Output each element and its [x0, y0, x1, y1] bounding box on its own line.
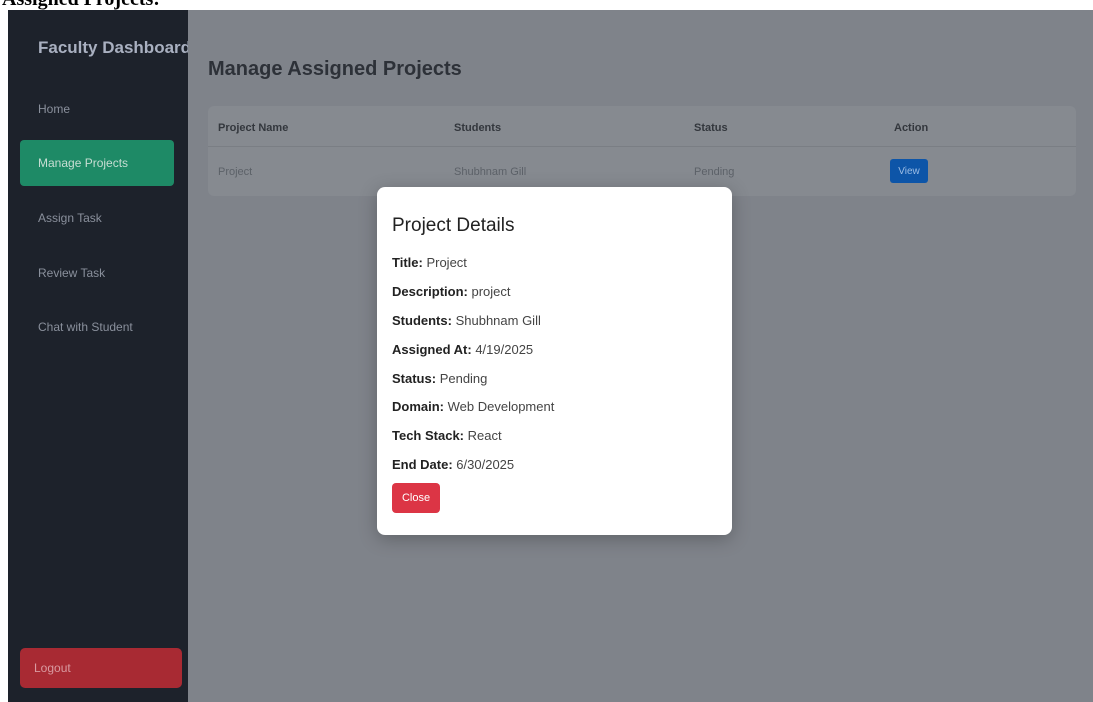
- detail-value: Shubhnam Gill: [455, 313, 541, 328]
- detail-label: Students:: [392, 313, 452, 328]
- detail-students: Students: Shubhnam Gill: [392, 313, 541, 328]
- detail-value: Project: [426, 255, 467, 270]
- cell-students: Shubhnam Gill: [454, 166, 527, 178]
- detail-value: 4/19/2025: [475, 342, 534, 357]
- sidebar-item-assign-task[interactable]: Assign Task: [20, 195, 174, 241]
- sidebar: Faculty Dashboard Home Manage Projects A…: [8, 10, 192, 702]
- detail-value: project: [471, 284, 511, 299]
- logout-button[interactable]: Logout: [20, 648, 182, 688]
- detail-assigned-at: Assigned At: 4/19/2025: [392, 342, 533, 357]
- caption-text: Assigned Projects:: [2, 0, 160, 10]
- detail-domain: Domain: Web Development: [392, 399, 554, 414]
- detail-label: Assigned At:: [392, 342, 472, 357]
- document-caption: Assigned Projects:: [0, 0, 1093, 10]
- cell-project-name: Project: [218, 166, 253, 178]
- detail-value: Web Development: [447, 399, 555, 414]
- detail-label: End Date:: [392, 457, 453, 472]
- detail-value: Pending: [439, 371, 488, 386]
- modal-title: Project Details: [392, 215, 515, 236]
- detail-label: Title:: [392, 255, 423, 270]
- close-button[interactable]: Close: [392, 483, 440, 513]
- detail-value: 6/30/2025: [456, 457, 515, 472]
- detail-tech-stack: Tech Stack: React: [392, 428, 502, 443]
- detail-title: Title: Project: [392, 255, 467, 270]
- sidebar-item-manage-projects[interactable]: Manage Projects: [20, 140, 174, 186]
- column-header-students: Students: [454, 122, 502, 134]
- table-row-divider: [208, 146, 1076, 147]
- column-header-action: Action: [894, 122, 929, 134]
- column-header-status: Status: [694, 122, 728, 134]
- detail-label: Tech Stack:: [392, 428, 465, 443]
- sidebar-item-home[interactable]: Home: [20, 86, 174, 132]
- detail-label: Description:: [392, 284, 468, 299]
- detail-status: Status: Pending: [392, 371, 487, 386]
- sidebar-item-chat-with-student[interactable]: Chat with Student: [20, 304, 174, 350]
- detail-value: React: [467, 428, 502, 443]
- detail-label: Domain:: [392, 399, 444, 414]
- projects-table: Project Name Students Status Action Proj…: [208, 106, 1076, 196]
- detail-label: Status:: [392, 371, 437, 386]
- app-window: Faculty Dashboard Home Manage Projects A…: [0, 10, 1093, 702]
- page-title: Manage Assigned Projects: [208, 58, 462, 80]
- detail-description: Description: project: [392, 284, 511, 299]
- dashboard-brand: Faculty Dashboard: [38, 38, 192, 57]
- cell-status: Pending: [694, 166, 735, 178]
- sidebar-item-review-task[interactable]: Review Task: [20, 250, 174, 296]
- project-details-modal: Project Details Title: Project Descripti…: [377, 187, 732, 535]
- view-button[interactable]: View: [890, 159, 928, 183]
- column-header-project-name: Project Name: [218, 122, 289, 134]
- detail-end-date: End Date: 6/30/2025: [392, 457, 514, 472]
